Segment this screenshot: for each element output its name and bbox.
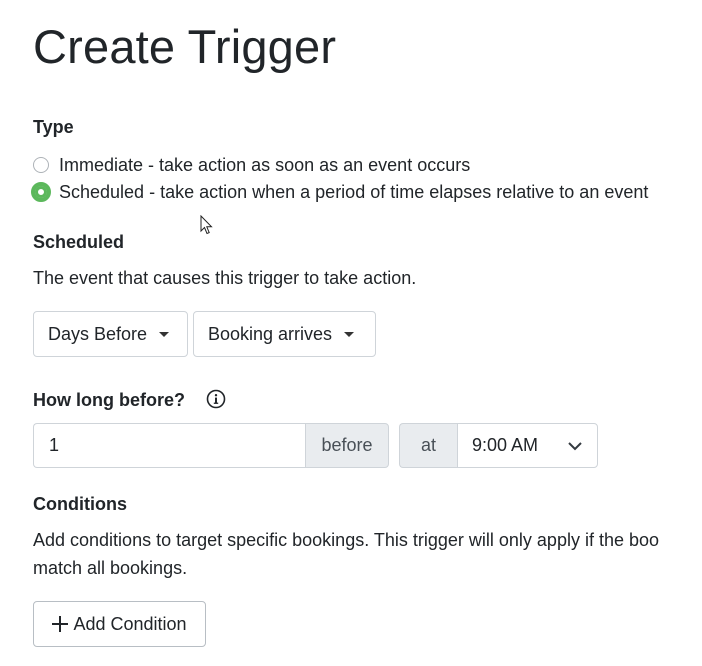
duration-input-group: before (33, 423, 389, 468)
time-select-value: 9:00 AM (472, 435, 539, 455)
timing-dropdown[interactable]: Days Before (33, 311, 188, 357)
create-trigger-form: Create Trigger Type Immediate - take act… (31, 0, 702, 666)
caret-down-icon (344, 331, 355, 337)
before-addon: before (305, 423, 389, 468)
radio-immediate[interactable]: Immediate - take action as soon as an ev… (33, 153, 470, 177)
conditions-label: Conditions (33, 494, 127, 514)
scheduled-label: Scheduled (33, 232, 125, 252)
plus-icon (52, 616, 69, 632)
mouse-cursor-icon (200, 215, 213, 235)
radio-scheduled-circle[interactable] (31, 182, 51, 202)
time-select[interactable]: 9:00 AM (457, 423, 598, 468)
event-dropdown-value: Booking arrives (208, 323, 333, 344)
event-dropdown[interactable]: Booking arrives (193, 311, 376, 357)
how-long-label: How long before? (33, 390, 185, 410)
caret-down-icon (159, 331, 170, 337)
radio-scheduled[interactable]: Scheduled - take action when a period of… (31, 180, 648, 204)
add-condition-label: Add Condition (73, 613, 187, 634)
scheduled-description: The event that causes this trigger to ta… (33, 268, 417, 288)
timing-dropdown-value: Days Before (48, 323, 148, 344)
conditions-description-line2: match all bookings. (33, 558, 188, 578)
duration-input[interactable] (33, 423, 305, 468)
time-input-group: at 9:00 AM (399, 423, 598, 468)
chevron-down-icon (568, 441, 582, 450)
page-title: Create Trigger (33, 20, 337, 73)
add-condition-button[interactable]: Add Condition (33, 601, 206, 647)
radio-immediate-circle[interactable] (33, 157, 49, 173)
type-label: Type (33, 117, 74, 137)
at-addon: at (399, 423, 457, 468)
conditions-description-line1: Add conditions to target specific bookin… (33, 530, 660, 550)
info-circle-icon[interactable] (206, 389, 226, 409)
radio-scheduled-label[interactable]: Scheduled - take action when a period of… (59, 182, 648, 203)
radio-immediate-label[interactable]: Immediate - take action as soon as an ev… (59, 155, 470, 176)
